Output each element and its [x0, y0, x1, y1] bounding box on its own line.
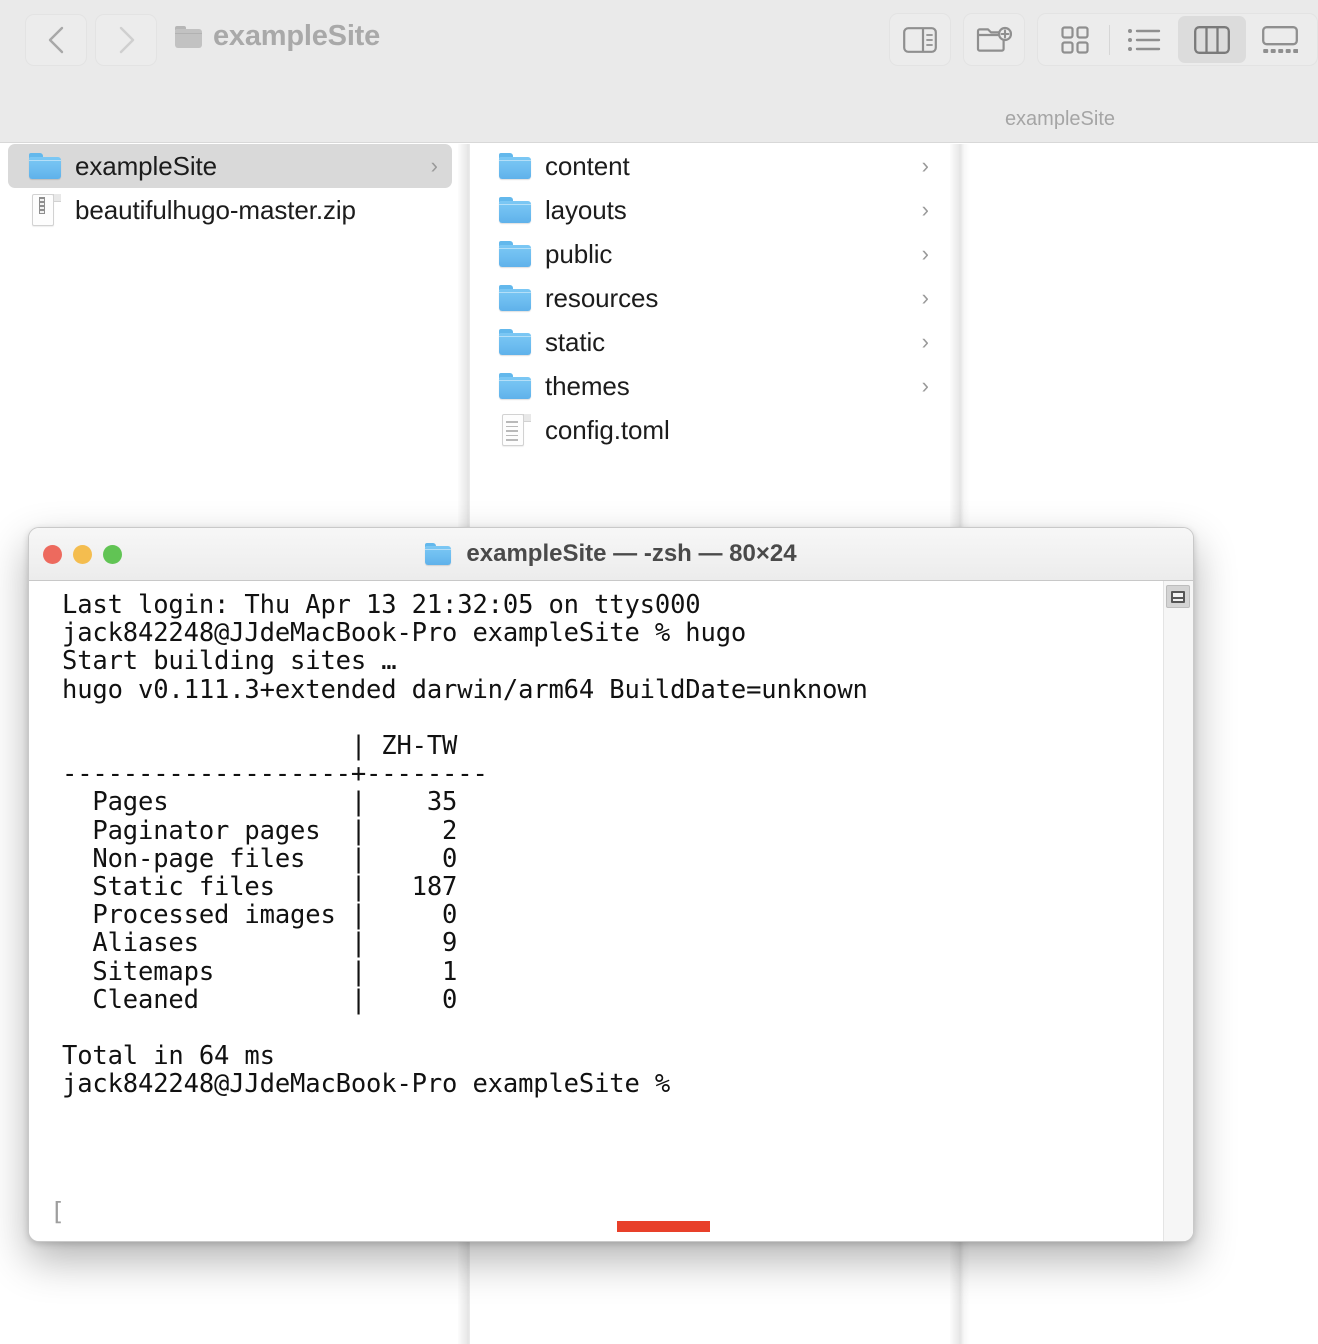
terminal-title-bar[interactable]: exampleSite — -zsh — 80×24 [29, 528, 1193, 581]
chevron-left-icon [48, 26, 64, 54]
document-file-icon [499, 414, 531, 446]
terminal-body[interactable]: Last login: Thu Apr 13 21:32:05 on ttys0… [29, 581, 1193, 1241]
folder-icon [499, 153, 531, 179]
list-item[interactable]: resources › [478, 276, 943, 320]
folder-icon [499, 329, 531, 355]
list-item-label: public [545, 238, 613, 269]
list-item-label: beautifulhugo-master.zip [75, 194, 356, 225]
traffic-lights [43, 544, 122, 564]
list-item[interactable]: themes › [478, 364, 943, 408]
new-folder-button[interactable] [963, 13, 1025, 66]
terminal-title: exampleSite — -zsh — 80×24 [29, 540, 1193, 568]
list-item-label: exampleSite [75, 150, 217, 181]
view-icon-button[interactable] [1041, 16, 1109, 63]
list-item[interactable]: content › [478, 144, 943, 188]
prompt-mark-left: [ [50, 1197, 66, 1226]
list-item-label: config.toml [545, 414, 670, 445]
page-title: exampleSite [213, 20, 381, 52]
sidebar-icon [903, 26, 937, 53]
terminal-output: Last login: Thu Apr 13 21:32:05 on ttys0… [62, 590, 868, 1100]
chevron-right-icon: › [921, 153, 929, 178]
terminal-title-text: exampleSite — -zsh — 80×24 [466, 540, 797, 567]
list-item-label: layouts [545, 194, 627, 225]
folder-icon [175, 25, 202, 48]
view-mode-segmented-control [1037, 13, 1318, 66]
chevron-right-icon: › [430, 153, 438, 178]
list-view-icon [1128, 28, 1161, 51]
annotation-underline [617, 1221, 710, 1232]
sidebar-toggle-button[interactable] [889, 13, 951, 66]
terminal-scrollbar[interactable] [1163, 581, 1193, 1241]
list-item[interactable]: static › [478, 320, 943, 364]
folder-icon [425, 543, 457, 565]
list-item-label: content [545, 150, 630, 181]
view-gallery-button[interactable] [1246, 16, 1314, 63]
minimize-button[interactable] [73, 544, 92, 564]
terminal-window[interactable]: exampleSite — -zsh — 80×24 Last login: T… [28, 527, 1194, 1242]
breadcrumb-label: exampleSite [1004, 107, 1115, 130]
list-item-label: static [545, 326, 606, 357]
new-folder-icon [976, 26, 1012, 52]
folder-icon [499, 197, 531, 223]
forward-button[interactable] [95, 14, 157, 66]
list-item[interactable]: beautifulhugo-master.zip [8, 188, 452, 232]
chevron-right-icon: › [921, 285, 929, 310]
chevron-right-icon: › [921, 373, 929, 398]
chevron-right-icon: › [921, 329, 929, 354]
back-button[interactable] [25, 14, 87, 66]
folder-icon [499, 285, 531, 311]
folder-icon [499, 241, 531, 267]
grid-view-icon [1061, 25, 1089, 54]
list-item[interactable]: config.toml [478, 408, 943, 452]
list-item-label: resources [545, 282, 659, 313]
list-item-label: themes [545, 370, 630, 401]
view-list-button[interactable] [1110, 16, 1178, 63]
view-column-button[interactable] [1178, 16, 1246, 63]
breadcrumb: exampleSite [0, 95, 1318, 143]
list-item[interactable]: layouts › [478, 188, 943, 232]
zip-file-icon [29, 194, 61, 226]
chevron-right-icon: › [921, 197, 929, 222]
navigation-buttons [25, 14, 157, 66]
scroll-marker-icon[interactable] [1166, 585, 1190, 608]
list-item[interactable]: public › [478, 232, 943, 276]
window-path-title[interactable]: exampleSite [175, 20, 380, 53]
column-view-icon [1194, 25, 1230, 54]
zoom-button[interactable] [103, 544, 122, 564]
chevron-right-icon: › [921, 241, 929, 266]
finder-toolbar: exampleSite exampleSite [0, 0, 1318, 143]
toolbar-right-group [889, 13, 1318, 66]
screen: exampleSite exampleSite exampleSite › be… [0, 0, 1318, 1344]
close-button[interactable] [43, 544, 62, 564]
folder-icon [499, 373, 531, 399]
list-item[interactable]: exampleSite › [8, 144, 452, 188]
gallery-view-icon [1262, 25, 1298, 53]
chevron-right-icon [119, 26, 135, 54]
folder-icon [29, 153, 61, 179]
